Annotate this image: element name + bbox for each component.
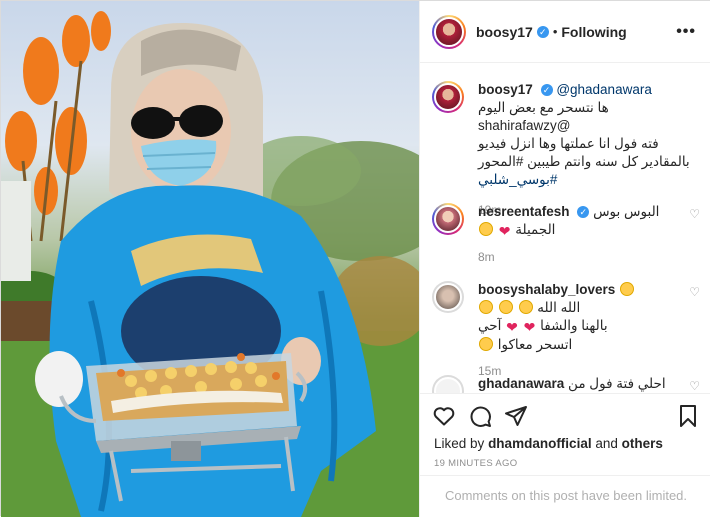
like-comment-heart-icon[interactable]: ♡ [689, 379, 700, 393]
following-button[interactable]: Following [561, 24, 626, 40]
comment-text-line-1-wrap: الله الله [478, 299, 682, 317]
post-photo-illustration [1, 11, 419, 517]
red-heart-emoji-icon: ❤ [498, 223, 511, 239]
share-paper-plane-icon[interactable] [504, 404, 528, 428]
heart-eyes-emoji-icon [479, 300, 493, 314]
heart-eyes-emoji-icon [479, 337, 493, 351]
comments-list[interactable]: boosy17 ✓ @ghadanawara ها نتسحر مع بعض ا… [420, 63, 710, 393]
comment-username[interactable]: nesreentafesh [478, 204, 570, 219]
heart-eyes-emoji-icon [498, 300, 513, 314]
comment-text-line-2: بالهنا والشفا [540, 318, 608, 333]
post-header: boosy17 ✓ • Following ••• [420, 1, 710, 63]
caption: boosy17 ✓ @ghadanawara ها نتسحر مع بعض ا… [432, 81, 700, 217]
likes-user-link[interactable]: dhamdanofficial [488, 436, 592, 451]
more-options-icon[interactable]: ••• [676, 23, 696, 41]
caption-hashtag[interactable]: #بوسي_شلبي [478, 171, 700, 189]
comment-body: nesreentafesh ✓ البوس بوس الجميلة ❤ 8m [478, 203, 682, 266]
comment-time[interactable]: 8m [478, 248, 682, 266]
likes-others-link[interactable]: others [622, 436, 663, 451]
caption-line-1: ها نتسحر مع بعض اليوم @shahirafawzy [478, 100, 609, 133]
comment-text-line-1: الله الله [537, 300, 581, 315]
header-separator: • [552, 24, 558, 39]
comment-username[interactable]: boosyshalaby_lovers [478, 282, 615, 297]
commenter-avatar[interactable] [432, 375, 464, 393]
comment-item: boosyshalaby_lovers الله الله بالهنا وال… [432, 281, 700, 378]
action-icons-row [432, 404, 700, 430]
like-comment-heart-icon[interactable]: ♡ [689, 207, 700, 221]
kissing-face-emoji-icon [479, 222, 493, 236]
instagram-post: boosy17 ✓ • Following ••• boosy17 ✓ @gha… [0, 0, 710, 517]
post-side-panel: boosy17 ✓ • Following ••• boosy17 ✓ @gha… [419, 1, 710, 517]
comment-body: ghadanawara احلي فتة فول من [478, 375, 682, 393]
comment-text-line-1: البوس بوس [593, 204, 660, 219]
comment-item: ghadanawara احلي فتة فول من ♡ [432, 375, 700, 393]
caption-line-2: فته فول انا عملتها وها انزل فيديو [478, 136, 659, 151]
likes-and: and [595, 436, 618, 451]
post-actions: Liked by dhamdanofficial and others 19 M… [420, 393, 710, 513]
comment-body: boosyshalaby_lovers الله الله بالهنا وال… [478, 281, 682, 380]
comment-text-line-2-wrap: بالهنا والشفا ❤ ❤ آحي [478, 317, 682, 336]
like-heart-icon[interactable] [432, 404, 456, 428]
caption-body: boosy17 ✓ @ghadanawara ها نتسحر مع بعض ا… [478, 81, 700, 219]
caption-mention[interactable]: @ghadanawara [556, 82, 652, 97]
post-photo[interactable] [1, 1, 419, 517]
caption-username[interactable]: boosy17 [478, 82, 533, 97]
likes-prefix: Liked by [434, 436, 485, 451]
caption-avatar[interactable] [432, 81, 464, 113]
like-comment-heart-icon[interactable]: ♡ [689, 285, 700, 299]
verified-badge-icon: ✓ [536, 25, 549, 38]
post-time-ago[interactable]: 19 MINUTES AGO [434, 458, 517, 469]
comment-text-line-2b: آحي [478, 318, 502, 333]
commenter-avatar[interactable] [432, 281, 464, 313]
author-username[interactable]: boosy17 [476, 24, 533, 40]
comment-text-line-2-wrap: الجميلة ❤ [478, 221, 682, 240]
comment-text-line-3-wrap: اتسحر معاكوا [478, 336, 682, 354]
red-heart-emoji-icon: ❤ [506, 319, 518, 335]
commenter-avatar[interactable] [432, 203, 464, 235]
verified-badge-icon: ✓ [577, 206, 590, 218]
comment-bubble-icon[interactable] [468, 404, 492, 428]
heart-eyes-emoji-icon [620, 282, 635, 296]
comment-text-line-3: اتسحر معاكوا [497, 337, 573, 352]
comment-username[interactable]: ghadanawara [478, 376, 564, 391]
comment-text-line-2: الجميلة [515, 222, 556, 237]
author-avatar[interactable] [432, 14, 466, 49]
comment-item: nesreentafesh ✓ البوس بوس الجميلة ❤ 8m ♡ [432, 203, 700, 273]
verified-badge-icon: ✓ [540, 84, 553, 96]
heart-eyes-emoji-icon [518, 300, 533, 314]
save-bookmark-icon[interactable] [676, 404, 700, 428]
likes-summary: Liked by dhamdanofficial and others [434, 436, 663, 451]
caption-line-3: بالمقادير كل سنه وانتم طيبين #المحور [478, 154, 690, 169]
comment-text-line-1: احلي فتة فول من [568, 376, 666, 391]
red-heart-emoji-icon: ❤ [523, 319, 536, 335]
comments-limited-notice: Comments on this post have been limited. [420, 475, 710, 515]
